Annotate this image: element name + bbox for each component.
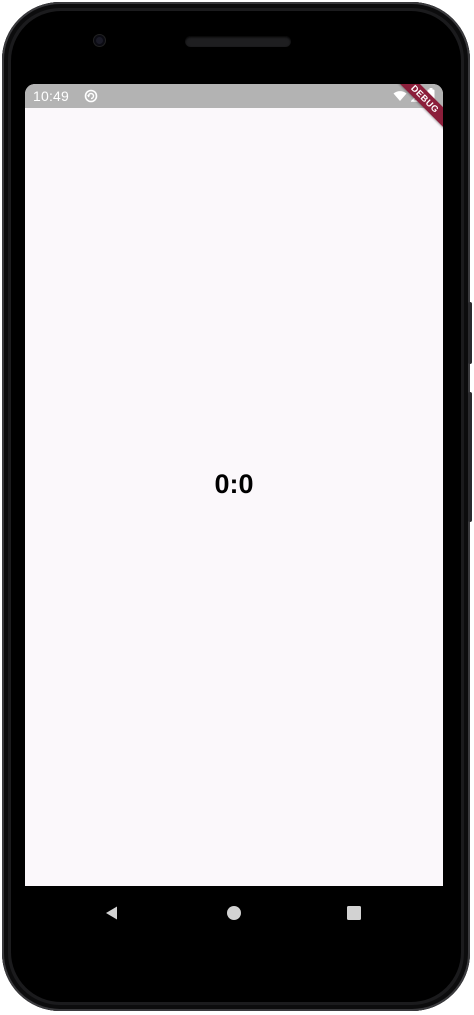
front-camera bbox=[94, 35, 105, 46]
earpiece-speaker bbox=[185, 36, 291, 47]
wifi-icon bbox=[393, 89, 407, 107]
back-triangle-icon[interactable] bbox=[103, 904, 121, 922]
score-text: 0:0 bbox=[214, 469, 254, 499]
navigation-bar bbox=[25, 886, 443, 940]
status-time: 10:49 bbox=[33, 88, 70, 104]
volume-button bbox=[468, 392, 472, 522]
recents-square-icon[interactable] bbox=[345, 904, 363, 922]
sync-icon bbox=[84, 89, 98, 103]
app-screen: 10:49 DEBUG 0:0 bbox=[25, 84, 443, 886]
home-circle-icon[interactable] bbox=[225, 904, 243, 922]
status-bar: 10:49 bbox=[25, 84, 443, 108]
power-button bbox=[468, 302, 472, 364]
